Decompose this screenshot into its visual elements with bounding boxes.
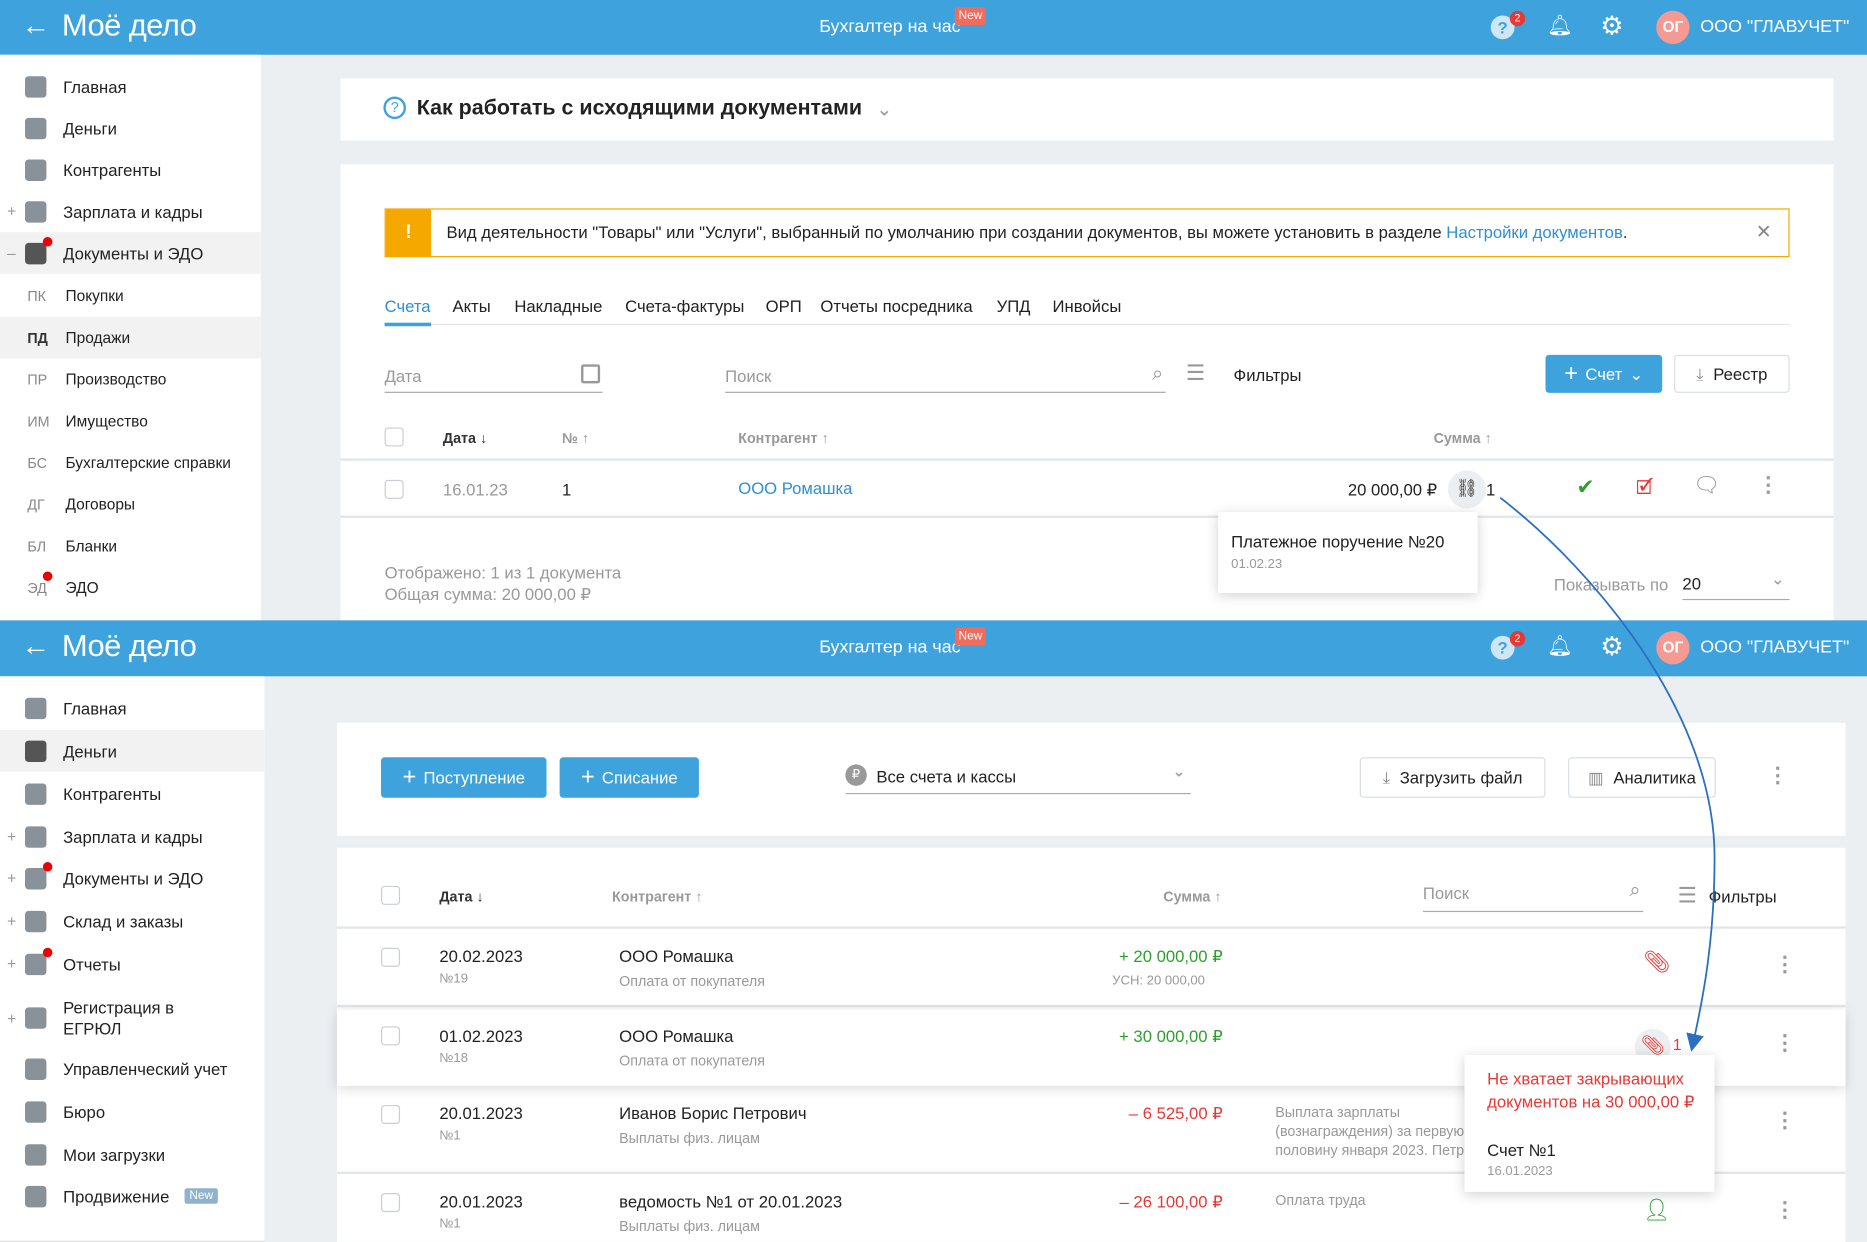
connector-arrow xyxy=(1499,496,1716,1052)
arrow-path xyxy=(1499,496,1716,1052)
